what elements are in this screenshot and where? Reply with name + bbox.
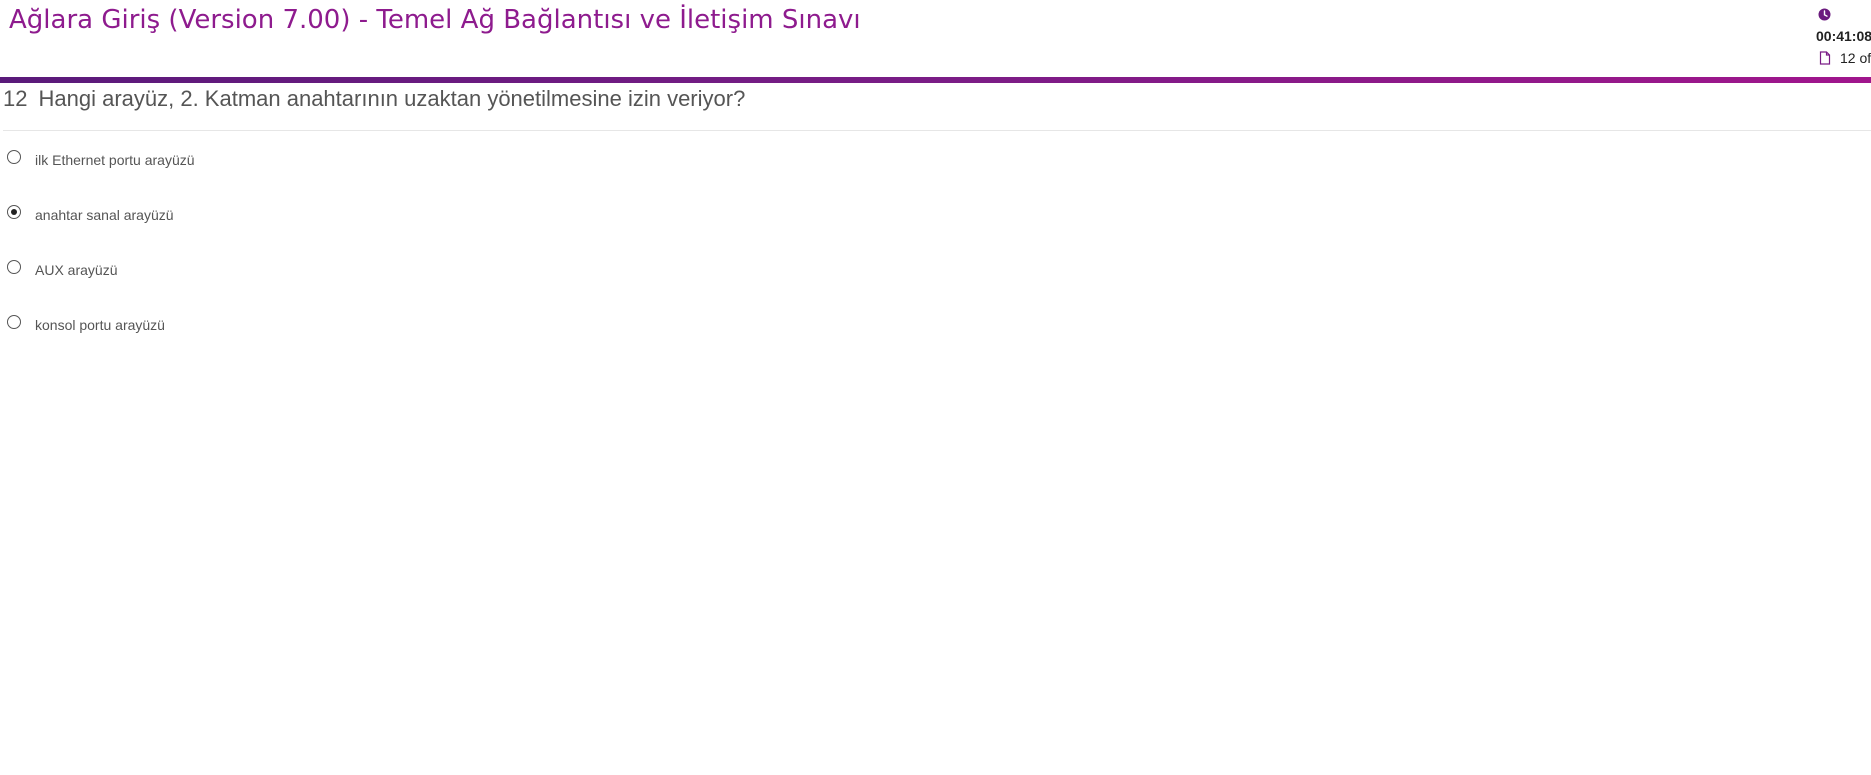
- answer-option-label[interactable]: konsol portu arayüzü: [35, 317, 165, 333]
- question-heading: 12 Hangi arayüz, 2. Katman anahtarının uz…: [3, 86, 745, 112]
- answer-option[interactable]: anahtar sanal arayüzü: [0, 200, 500, 230]
- exam-header: Ağlara Giriş (Version 7.00) - Temel Ağ B…: [0, 0, 1871, 77]
- answer-option-label[interactable]: ilk Ethernet portu arayüzü: [35, 152, 195, 168]
- question-divider: [3, 130, 1871, 131]
- question-number: 12: [3, 86, 28, 111]
- radio-button[interactable]: [7, 260, 21, 274]
- document-icon: [1819, 51, 1831, 65]
- answer-option[interactable]: ilk Ethernet portu arayüzü: [0, 145, 500, 175]
- clock-icon: [1818, 8, 1831, 21]
- exam-title: Ağlara Giriş (Version 7.00) - Temel Ağ B…: [9, 5, 861, 35]
- radio-button[interactable]: [7, 315, 21, 329]
- radio-button[interactable]: [7, 150, 21, 164]
- exam-status: 00:41:08 12 of: [1815, 6, 1871, 72]
- answer-option-label[interactable]: AUX arayüzü: [35, 262, 117, 278]
- answer-option-label[interactable]: anahtar sanal arayüzü: [35, 207, 174, 223]
- question-progress: 12 of: [1840, 50, 1871, 66]
- question-text: Hangi arayüz, 2. Katman anahtarının uzak…: [38, 86, 746, 111]
- answer-option[interactable]: konsol portu arayüzü: [0, 310, 500, 340]
- exam-page: Ağlara Giriş (Version 7.00) - Temel Ağ B…: [0, 0, 1871, 775]
- header-accent-bar: [0, 77, 1871, 83]
- answer-option[interactable]: AUX arayüzü: [0, 255, 500, 285]
- radio-button[interactable]: [7, 205, 21, 219]
- time-remaining: 00:41:08: [1816, 28, 1871, 44]
